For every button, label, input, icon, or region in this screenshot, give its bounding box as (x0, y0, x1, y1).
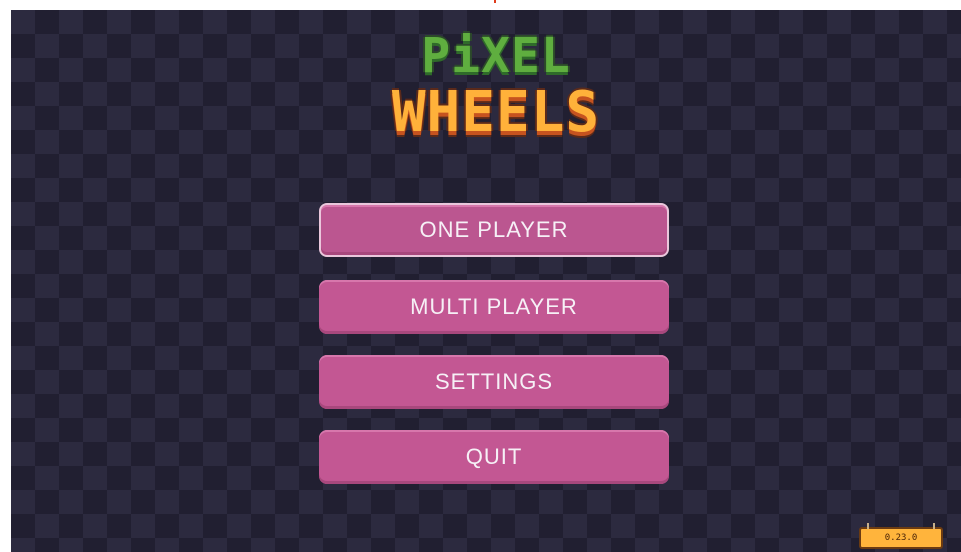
one-player-button[interactable]: ONE PLAYER (319, 203, 669, 257)
quit-button-label: QUIT (465, 444, 523, 469)
badge-rivet-right (933, 523, 935, 529)
logo-text-wheels: WHEELS (391, 80, 601, 145)
game-logo: PiXEL WHEELS (381, 30, 611, 145)
top-marker (494, 0, 496, 3)
badge-rivet-left (867, 523, 869, 529)
multi-player-button[interactable]: MULTI PLAYER (319, 280, 669, 334)
quit-button[interactable]: QUIT (319, 430, 669, 484)
one-player-button-label: ONE PLAYER (419, 217, 569, 242)
version-badge: 0.23.0 (859, 523, 943, 549)
version-text: 0.23.0 (884, 533, 918, 543)
settings-button-label: SETTINGS (434, 369, 553, 394)
logo-text-pixel: PiXEL (421, 28, 571, 84)
settings-button[interactable]: SETTINGS (319, 355, 669, 409)
multi-player-button-label: MULTI PLAYER (410, 294, 578, 319)
game-window: PiXEL WHEELS ONE PLAYER MULTI PLAYER SET… (11, 10, 961, 552)
